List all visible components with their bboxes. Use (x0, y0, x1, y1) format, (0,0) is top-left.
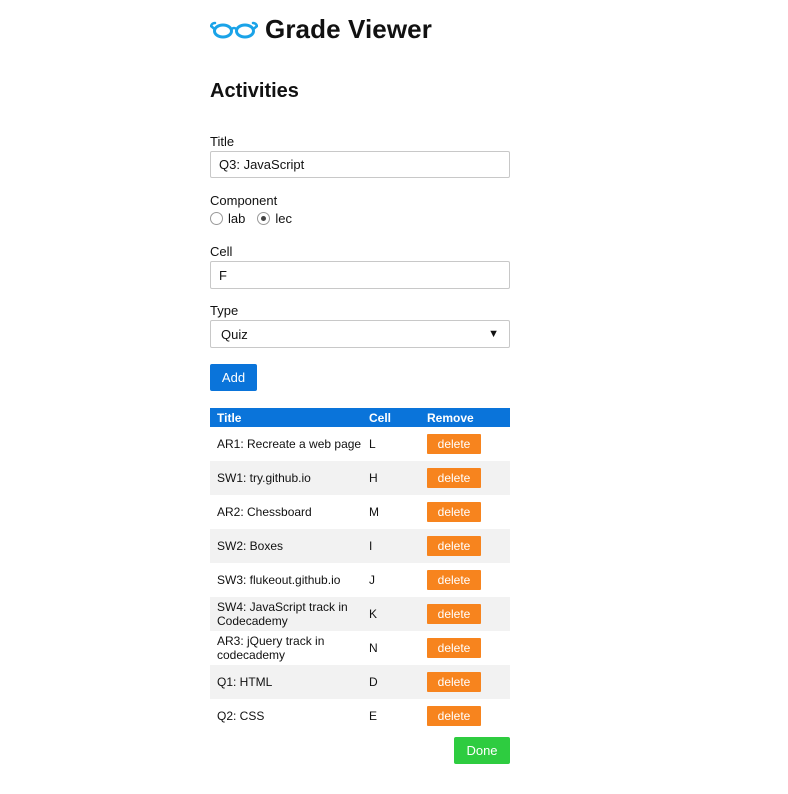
row-cell: I (362, 529, 420, 563)
delete-button[interactable]: delete (427, 672, 481, 692)
row-title: AR3: jQuery track in codecademy (217, 634, 325, 662)
row-title: AR1: Recreate a web page (217, 437, 362, 451)
row-title: AR2: Chessboard (217, 505, 312, 519)
radio-lab[interactable] (210, 212, 223, 225)
delete-button[interactable]: delete (427, 706, 481, 726)
row-cell: H (362, 461, 420, 495)
table-header-row: Title Cell Remove (210, 408, 510, 427)
table-row: Q1: HTML D delete (210, 665, 510, 699)
row-cell: L (369, 437, 376, 451)
row-title: Q1: HTML (210, 665, 362, 699)
row-cell: J (369, 573, 375, 587)
delete-button[interactable]: delete (427, 502, 481, 522)
table-row: SW1: try.github.io H delete (210, 461, 510, 495)
radio-lec[interactable] (257, 212, 271, 225)
header-title: Title (210, 408, 362, 427)
glasses-icon (209, 15, 259, 45)
delete-button[interactable]: delete (427, 570, 481, 590)
delete-button[interactable]: delete (427, 468, 481, 488)
delete-button[interactable]: delete (427, 604, 481, 624)
row-cell: N (369, 641, 378, 655)
type-select-value: Quiz (221, 326, 248, 342)
activities-table: Title Cell Remove AR1: Recreate a web pa… (210, 408, 510, 733)
type-label: Type (210, 303, 239, 318)
delete-button[interactable]: delete (427, 638, 481, 658)
row-title: SW3: flukeout.github.io (217, 573, 341, 587)
table-row: AR2: Chessboard M delete (210, 495, 510, 529)
table-row: AR3: jQuery track in codecademy N delete (210, 631, 510, 665)
done-button[interactable]: Done (454, 737, 510, 764)
row-cell: M (369, 505, 379, 519)
app-title: Grade Viewer (265, 14, 432, 44)
row-cell: D (362, 665, 420, 699)
page-title: Activities (210, 80, 299, 102)
type-select[interactable]: Quiz ▼ (210, 320, 510, 348)
row-title: SW1: try.github.io (210, 461, 362, 495)
row-title: SW4: JavaScript track in Codecademy (210, 597, 362, 631)
row-cell: E (369, 709, 378, 723)
component-radio-group: lab lec (210, 211, 304, 226)
table-row: SW4: JavaScript track in Codecademy K de… (210, 597, 510, 631)
cell-input[interactable] (210, 261, 510, 289)
row-title: SW2: Boxes (210, 529, 362, 563)
cell-label: Cell (210, 244, 233, 259)
delete-button[interactable]: delete (427, 434, 481, 454)
row-cell: K (362, 597, 420, 631)
table-row: SW3: flukeout.github.io J delete (210, 563, 510, 597)
table-row: SW2: Boxes I delete (210, 529, 510, 563)
add-button[interactable]: Add (210, 364, 257, 391)
title-label: Title (210, 134, 235, 149)
title-input[interactable] (210, 151, 510, 178)
component-label: Component (210, 193, 278, 208)
delete-button[interactable]: delete (427, 536, 481, 556)
header-remove: Remove (420, 408, 510, 427)
table-row: Q2: CSS E delete (210, 699, 510, 733)
caret-down-icon: ▼ (488, 328, 499, 340)
app-header: Grade Viewer (209, 14, 432, 45)
radio-lab-label[interactable]: lab (228, 211, 245, 226)
table-row: AR1: Recreate a web page L delete (210, 427, 510, 461)
row-title: Q2: CSS (217, 709, 265, 723)
header-cell: Cell (362, 408, 420, 427)
radio-lec-label[interactable]: lec (275, 211, 292, 226)
